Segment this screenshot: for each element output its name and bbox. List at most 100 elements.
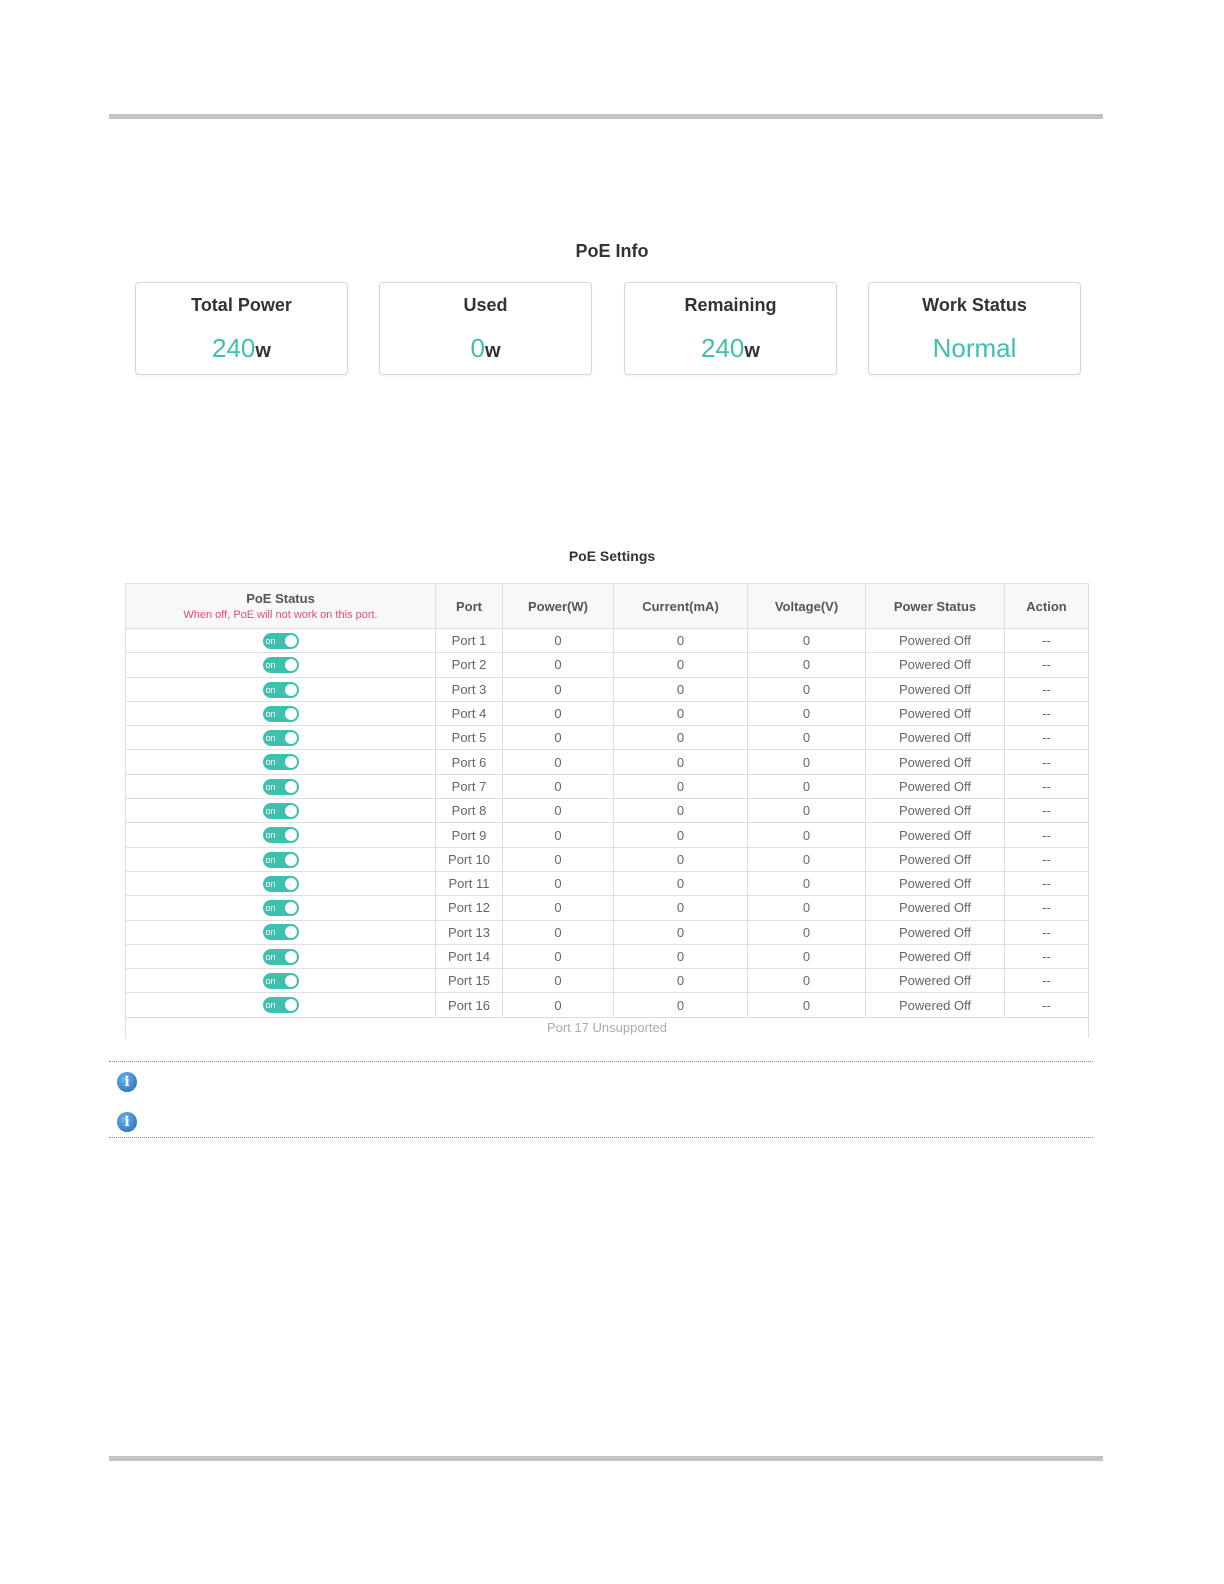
power-cell: 0	[502, 773, 614, 800]
poe-status-cell: on	[125, 822, 436, 848]
work-status-card: Work Status Normal	[868, 282, 1081, 375]
port-cell: Port 4	[435, 700, 503, 727]
info-icon: i	[117, 1112, 137, 1132]
card-label: Used	[463, 295, 508, 315]
power-cell: 0	[502, 822, 614, 848]
current-cell: 0	[613, 627, 748, 654]
poe-status-cell: on	[125, 700, 436, 727]
current-cell: 0	[613, 919, 748, 945]
table-row: on Port 2 0 0 0 Powered Off --	[125, 652, 1089, 678]
toggle-knob	[284, 659, 297, 672]
action-cell: --	[1004, 700, 1089, 727]
port-cell: Port 3	[435, 676, 503, 702]
table-row: on Port 11 0 0 0 Powered Off --	[125, 870, 1089, 897]
power-status-cell: Powered Off	[865, 652, 1005, 678]
toggle-knob	[284, 877, 297, 890]
action-cell: --	[1004, 846, 1089, 872]
total-power-card: Total Power 240w	[135, 282, 348, 375]
toggle-knob	[284, 950, 297, 963]
poe-toggle[interactable]: on	[262, 997, 299, 1014]
table-row: on Port 10 0 0 0 Powered Off --	[125, 846, 1089, 872]
poe-status-cell: on	[125, 627, 436, 654]
action-cell: --	[1004, 676, 1089, 702]
current-cell: 0	[613, 846, 748, 872]
toggle-label: on	[265, 757, 276, 768]
table-row: on Port 8 0 0 0 Powered Off --	[125, 798, 1089, 824]
poe-settings-table: PoE Status When off, PoE will not work o…	[125, 583, 1089, 1038]
voltage-cell: 0	[747, 822, 866, 848]
poe-toggle[interactable]: on	[262, 681, 299, 698]
power-cell: 0	[502, 919, 614, 945]
poe-status-cell: on	[125, 749, 436, 775]
voltage-cell: 0	[747, 652, 866, 678]
poe-status-cell: on	[125, 725, 436, 751]
toggle-knob	[284, 853, 297, 866]
poe-status-cell: on	[125, 846, 436, 872]
power-status-cell: Powered Off	[865, 968, 1005, 994]
card-label: Remaining	[684, 295, 777, 315]
toggle-label: on	[265, 733, 276, 744]
toggle-label: on	[265, 976, 276, 987]
poe-toggle[interactable]: on	[262, 730, 299, 747]
table-row: on Port 14 0 0 0 Powered Off --	[125, 943, 1089, 970]
poe-toggle[interactable]: on	[262, 754, 299, 771]
voltage-cell: 0	[747, 700, 866, 727]
card-value: Normal	[932, 333, 1017, 363]
port-cell: Port 5	[435, 725, 503, 751]
table-row: on Port 16 0 0 0 Powered Off --	[125, 992, 1089, 1018]
voltage-cell: 0	[747, 749, 866, 775]
action-cell: --	[1004, 919, 1089, 945]
power-cell: 0	[502, 700, 614, 727]
power-cell: 0	[502, 943, 614, 970]
used-power-card: Used 0w	[379, 282, 592, 375]
poe-toggle[interactable]: on	[262, 803, 299, 819]
toggle-label: on	[265, 684, 276, 695]
power-status-cell: Powered Off	[865, 676, 1005, 702]
poe-toggle[interactable]: on	[262, 900, 299, 917]
poe-toggle[interactable]: on	[262, 924, 299, 941]
power-status-cell: Powered Off	[865, 943, 1005, 970]
voltage-cell: 0	[747, 798, 866, 824]
power-status-cell: Powered Off	[865, 798, 1005, 824]
power-status-cell: Powered Off	[865, 919, 1005, 945]
toggle-knob	[284, 732, 297, 745]
port-cell: Port 2	[435, 652, 503, 678]
toggle-knob	[284, 683, 297, 696]
poe-toggle[interactable]: on	[262, 973, 299, 990]
voltage-cell: 0	[747, 895, 866, 921]
toggle-label: on	[265, 854, 276, 865]
power-cell: 0	[502, 725, 614, 751]
header-voltage: Voltage(V)	[747, 583, 866, 629]
action-cell: --	[1004, 943, 1089, 970]
poe-toggle[interactable]: on	[262, 851, 299, 868]
poe-info-cards: Total Power 240w Used 0w Remaining 240w …	[135, 282, 1081, 375]
header-action: Action	[1004, 583, 1089, 629]
poe-toggle[interactable]: on	[262, 778, 299, 795]
toggle-label: on	[265, 708, 276, 719]
power-cell: 0	[502, 627, 614, 654]
poe-toggle[interactable]: on	[262, 632, 299, 649]
action-cell: --	[1004, 992, 1089, 1018]
toggle-label: on	[265, 878, 276, 889]
poe-toggle[interactable]: on	[262, 948, 299, 965]
poe-toggle[interactable]: on	[262, 827, 299, 844]
port-cell: Port 10	[435, 846, 503, 872]
poe-toggle[interactable]: on	[262, 875, 299, 892]
header-current: Current(mA)	[613, 583, 748, 629]
card-label: Total Power	[191, 295, 292, 315]
toggle-knob	[284, 829, 297, 842]
toggle-label: on	[265, 903, 276, 914]
toggle-label: on	[265, 927, 276, 938]
poe-toggle[interactable]: on	[262, 705, 299, 722]
power-cell: 0	[502, 992, 614, 1018]
power-cell: 0	[502, 798, 614, 824]
footer-rule	[109, 1456, 1103, 1461]
table-row: on Port 5 0 0 0 Powered Off --	[125, 725, 1089, 751]
poe-status-cell: on	[125, 773, 436, 800]
port-cell: Port 14	[435, 943, 503, 970]
unsupported-port-note: Port 17 Unsupported	[125, 1016, 1089, 1038]
poe-toggle[interactable]: on	[262, 657, 299, 674]
voltage-cell: 0	[747, 846, 866, 872]
table-row: on Port 12 0 0 0 Powered Off --	[125, 895, 1089, 921]
header-port: Port	[435, 583, 503, 629]
